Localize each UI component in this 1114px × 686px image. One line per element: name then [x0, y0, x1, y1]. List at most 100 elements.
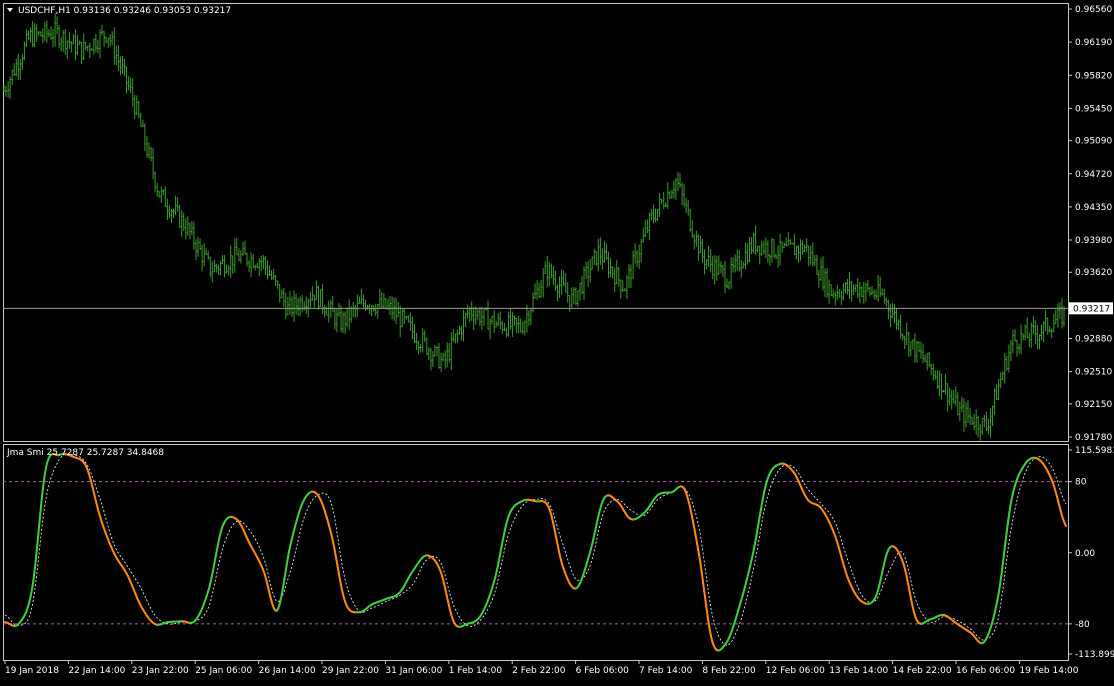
price-bar	[544, 261, 546, 274]
price-bar	[818, 270, 820, 288]
price-bar	[722, 265, 724, 278]
price-bar	[916, 341, 918, 363]
price-bar	[526, 305, 528, 333]
smi-line-segment	[289, 545, 291, 552]
smi-line-segment	[1008, 509, 1010, 519]
price-bar	[322, 284, 324, 314]
smi-line-segment	[34, 564, 36, 577]
price-bar	[7, 81, 9, 98]
y-axis-tick-label: 0.92880	[1075, 335, 1112, 345]
price-bar	[540, 280, 542, 298]
price-bar	[994, 388, 996, 415]
price-bar	[287, 297, 289, 316]
main-panel-frame	[4, 4, 1069, 442]
price-bar	[62, 30, 64, 52]
price-bar	[687, 200, 689, 215]
price-bar	[244, 241, 246, 254]
price-bar	[695, 231, 697, 247]
x-axis-label: 6 Feb 06:00	[576, 666, 630, 676]
price-bar	[936, 370, 938, 389]
smi-line-segment	[702, 572, 704, 583]
x-axis-label: 29 Jan 22:00	[322, 666, 379, 676]
price-bar	[591, 257, 593, 270]
price-bar	[667, 182, 669, 209]
price-bar	[685, 198, 687, 213]
price-bar	[863, 282, 865, 304]
price-bar	[534, 283, 536, 298]
price-bar	[565, 273, 567, 292]
smi-line-segment	[283, 580, 285, 589]
price-bar	[712, 256, 714, 280]
price-bar	[653, 205, 655, 224]
price-bar	[595, 251, 597, 266]
smi-line-segment	[218, 539, 220, 546]
smi-line-segment	[908, 584, 910, 592]
price-bar	[1041, 325, 1043, 341]
price-bar	[218, 265, 220, 275]
chart-window[interactable]: 0.965600.961900.958200.954500.950900.947…	[0, 0, 1114, 682]
price-bar	[191, 221, 193, 235]
price-bar	[250, 252, 252, 277]
price-bar	[932, 364, 934, 381]
price-bar	[646, 220, 648, 234]
price-bar	[495, 321, 497, 328]
price-bar	[454, 334, 456, 344]
price-bar	[450, 332, 452, 370]
price-bar	[426, 338, 428, 356]
smi-line-segment	[210, 578, 212, 585]
x-axis-label: 23 Jan 22:00	[132, 666, 189, 676]
price-bar	[679, 173, 681, 187]
price-bar	[126, 66, 128, 93]
price-bar	[424, 330, 426, 342]
price-bar	[19, 59, 21, 80]
price-bar	[606, 244, 608, 261]
price-bar	[585, 262, 587, 279]
price-bar	[111, 31, 113, 45]
price-bar	[810, 246, 812, 265]
price-bar	[70, 41, 72, 52]
smi-line-segment	[211, 571, 213, 578]
price-bar	[851, 281, 853, 302]
price-bar	[808, 246, 810, 267]
smi-line-segment	[500, 548, 502, 556]
price-bar	[479, 307, 481, 327]
price-bar	[313, 295, 315, 307]
price-bar	[1024, 325, 1026, 341]
price-bar	[612, 266, 614, 278]
price-bar	[199, 239, 201, 250]
price-bar	[554, 271, 556, 291]
price-bar	[1049, 326, 1051, 334]
price-bar	[636, 250, 638, 267]
price-bar	[46, 21, 48, 43]
smi-line-segment	[750, 559, 752, 566]
price-bar	[99, 29, 101, 58]
price-bar	[941, 374, 943, 400]
price-bar	[183, 213, 185, 232]
price-bar	[691, 220, 693, 237]
price-bar	[230, 246, 232, 278]
price-bar	[738, 250, 740, 272]
smi-line-segment	[554, 529, 556, 537]
price-bar	[550, 264, 552, 279]
smi-line-segment	[339, 574, 341, 582]
price-bar	[1059, 302, 1061, 319]
price-bar	[301, 295, 303, 312]
triangle-down-icon[interactable]	[7, 8, 13, 12]
smi-line-segment	[595, 523, 597, 530]
price-bar	[338, 303, 340, 317]
price-bar	[840, 291, 842, 305]
price-bar	[928, 352, 930, 367]
price-bar	[164, 186, 166, 206]
price-bar	[630, 265, 632, 288]
price-bar	[271, 270, 273, 280]
price-bar	[238, 248, 240, 261]
price-bar	[757, 246, 759, 252]
price-bar	[1008, 345, 1010, 373]
price-bar	[297, 298, 299, 316]
smi-line-segment	[753, 544, 755, 552]
price-bar	[463, 310, 465, 342]
x-axis-label: 1 Feb 14:00	[449, 666, 503, 676]
price-bar	[1047, 317, 1049, 334]
price-bar	[516, 318, 518, 333]
price-bar	[720, 261, 722, 273]
